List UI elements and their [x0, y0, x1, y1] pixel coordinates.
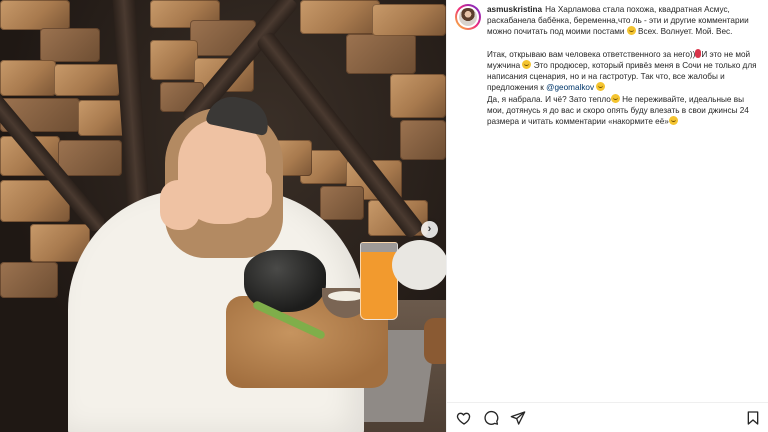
firewood-log: [320, 186, 364, 220]
smiley-emoji-icon: [626, 26, 636, 36]
avatar-image: [459, 8, 477, 26]
caption-line: Всех. Волнует. Мой. Вес.: [635, 27, 733, 37]
firewood-log: [0, 0, 70, 30]
firewood-log: [58, 140, 122, 176]
post-caption-panel: asmuskristina На Харламова стала похожа, …: [446, 0, 768, 432]
next-photo-button[interactable]: ›: [421, 221, 438, 238]
firewood-log: [0, 60, 56, 96]
heart-icon: [456, 412, 471, 425]
firewood-log: [390, 74, 446, 118]
juice-glass: [360, 242, 398, 320]
caption-text: asmuskristina На Харламова стала похожа, …: [487, 4, 761, 127]
caption-line: Итак, открываю вам человека ответственно…: [487, 49, 696, 59]
firewood-log: [372, 4, 446, 36]
firewood-log: [150, 40, 198, 80]
firewood-log: [346, 34, 416, 74]
firewood-log: [54, 64, 120, 96]
username-link[interactable]: asmuskristina: [487, 5, 542, 14]
firewood-log: [300, 0, 380, 34]
send-icon: [510, 411, 526, 425]
avatar[interactable]: [455, 4, 481, 30]
like-button[interactable]: [455, 409, 473, 427]
smiley-emoji-icon: [596, 82, 606, 92]
share-button[interactable]: [509, 409, 527, 427]
comment-button[interactable]: [482, 409, 500, 427]
post-actions-bar: [447, 402, 768, 432]
caption-line: Да, я набрала. И чё? Зато тепло: [487, 94, 611, 104]
post-photo[interactable]: ›: [0, 0, 446, 432]
firewood-log: [40, 28, 100, 62]
caption: asmuskristina На Харламова стала похожа, …: [455, 4, 761, 127]
firewood-log: [400, 120, 446, 160]
bookmark-icon: [747, 411, 759, 425]
firewood-log: [0, 262, 58, 298]
save-button[interactable]: [744, 409, 762, 427]
plate: [392, 240, 446, 290]
comment-icon: [484, 411, 499, 425]
person-hand: [160, 180, 200, 230]
chevron-right-icon: ›: [427, 223, 432, 235]
smiley-emoji-icon: [610, 93, 620, 103]
mention-link[interactable]: @geomalkov: [546, 83, 594, 92]
person-hand: [232, 168, 272, 218]
bread: [424, 318, 446, 364]
smiley-emoji-icon: [668, 116, 678, 126]
